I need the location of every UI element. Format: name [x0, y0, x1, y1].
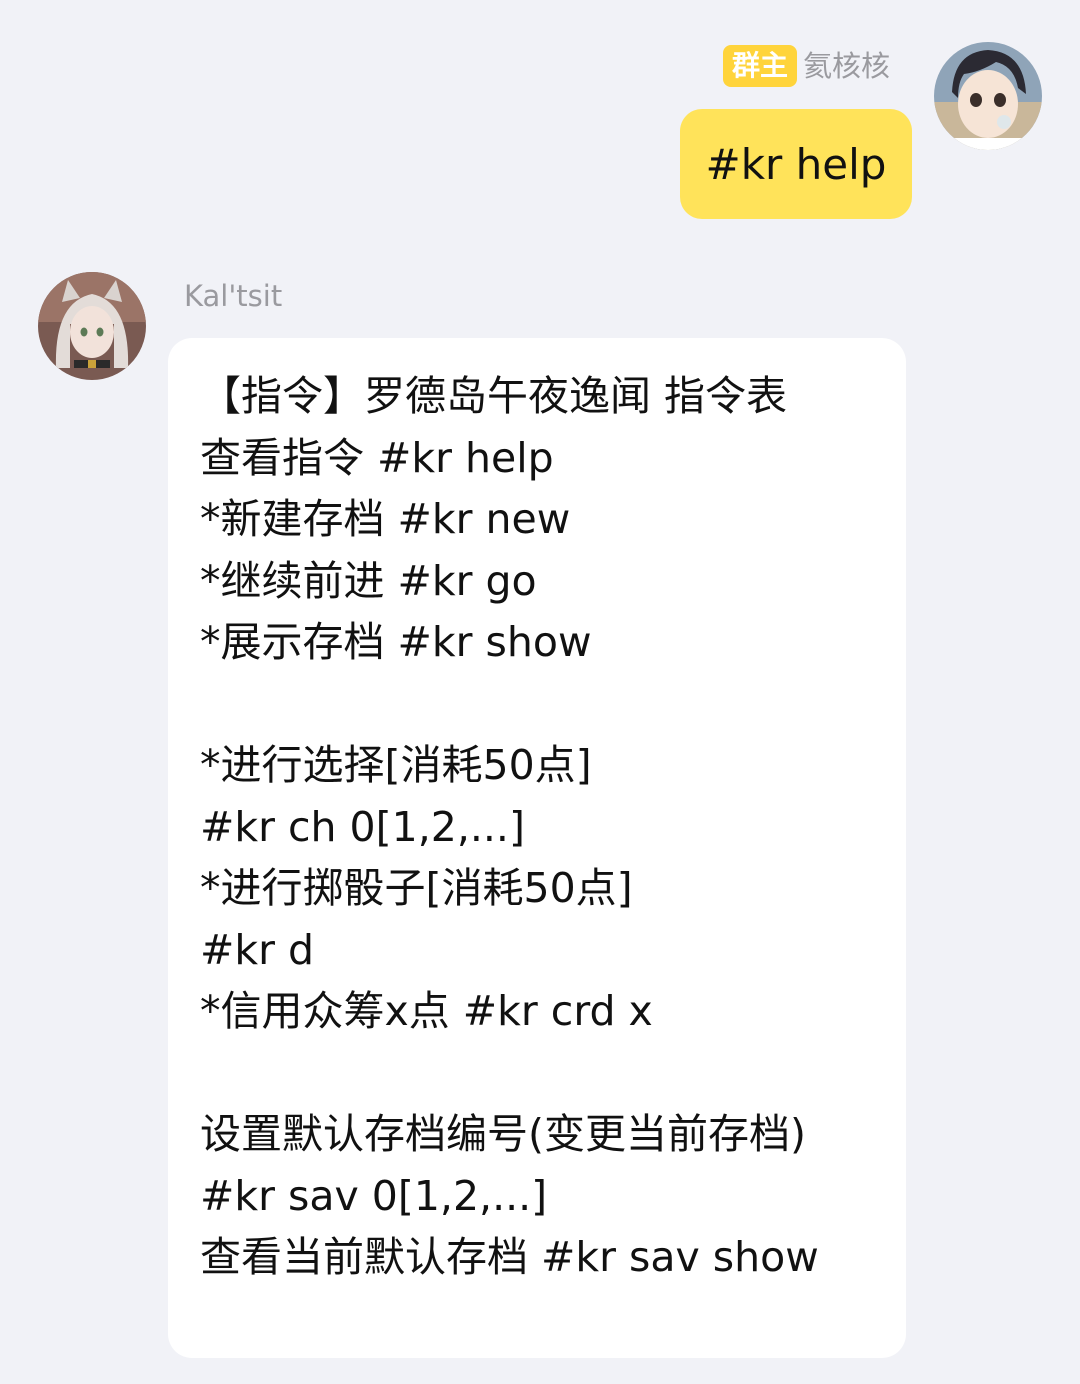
message-line: 设置默认存档编号(变更当前存档) — [200, 1110, 806, 1158]
avatar-self[interactable] — [934, 42, 1042, 150]
message-line: *新建存档 #kr new — [200, 495, 571, 543]
sender-row-self: 群主 氦核核 — [722, 44, 890, 88]
avatar-other[interactable] — [38, 272, 146, 380]
message-line: #kr sav 0[1,2,...] — [200, 1171, 548, 1220]
message-line: 查看当前默认存档 #kr sav show — [200, 1233, 819, 1281]
message-line: *进行掷骰子[消耗50点] — [200, 864, 633, 912]
message-line: *展示存档 #kr show — [200, 618, 592, 666]
message-bubble-other[interactable]: 【指令】罗德岛午夜逸闻 指令表 查看指令 #kr help *新建存档 #kr … — [168, 338, 906, 1358]
message-line: 查看指令 #kr help — [200, 433, 554, 482]
message-line: 【指令】罗德岛午夜逸闻 指令表 — [200, 372, 788, 420]
message-line: *进行选择[消耗50点] — [200, 741, 592, 789]
sender-name-other[interactable]: Kal'tsit — [184, 274, 282, 318]
message-bubble-self[interactable]: #kr help — [680, 109, 912, 219]
message-line: #kr d — [200, 925, 315, 974]
message-line: #kr ch 0[1,2,...] — [200, 802, 525, 851]
message-line — [200, 1043, 876, 1105]
sender-name-self[interactable]: 氦核核 — [803, 46, 890, 86]
owner-badge: 群主 — [722, 45, 797, 87]
anime-girl-avatar-icon — [934, 42, 1042, 150]
kaltsit-avatar-icon — [38, 272, 146, 380]
message-line: *继续前进 #kr go — [200, 556, 537, 605]
message-line: *信用众筹x点 #kr crd x — [200, 987, 653, 1035]
message-line — [200, 674, 876, 736]
